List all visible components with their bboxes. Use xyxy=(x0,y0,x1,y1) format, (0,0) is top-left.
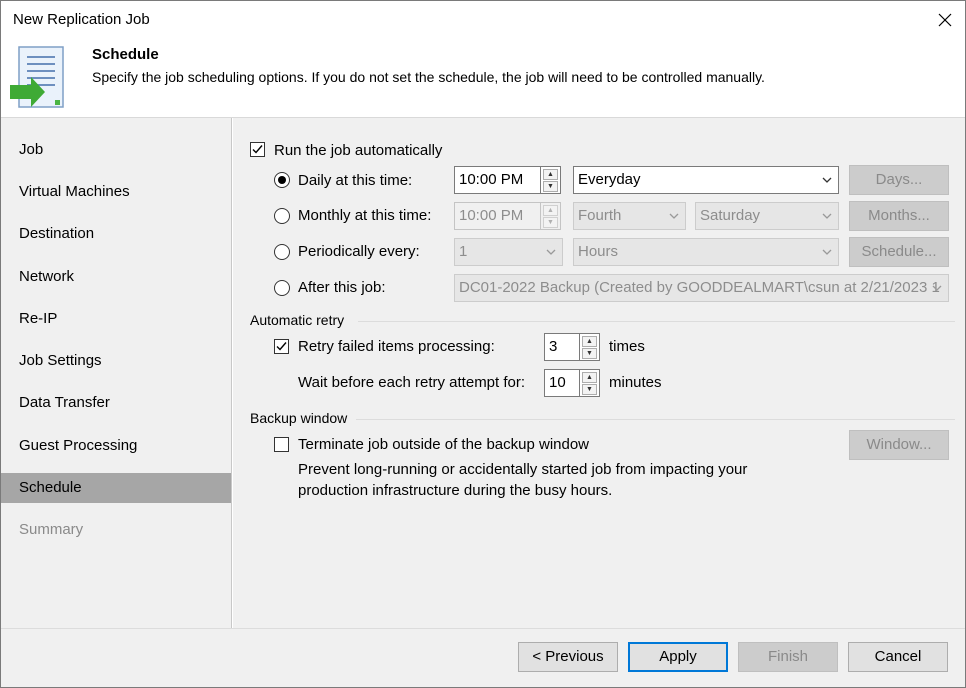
retry-count-spinner[interactable]: ▲ ▼ xyxy=(580,333,600,361)
spin-up-icon[interactable]: ▲ xyxy=(582,336,597,347)
run-automatically-checkbox[interactable] xyxy=(250,142,265,157)
period-value: 1 xyxy=(459,243,468,260)
checkmark-icon xyxy=(252,145,263,154)
monthly-day-select[interactable]: Saturday xyxy=(695,202,839,230)
daily-frequency-value: Everyday xyxy=(578,171,641,188)
monthly-time-input[interactable]: 10:00 PM xyxy=(454,202,541,230)
monthly-time-spinner[interactable]: ▲ ▼ xyxy=(541,202,561,230)
chevron-down-icon xyxy=(822,249,832,255)
terminate-job-label: Terminate job outside of the backup wind… xyxy=(298,436,590,453)
sidebar-item-job[interactable]: Job xyxy=(1,135,231,165)
months-button[interactable]: Months... xyxy=(849,201,949,231)
terminate-job-checkbox[interactable] xyxy=(274,437,289,452)
monthly-day-value: Saturday xyxy=(700,207,761,224)
schedule-document-icon xyxy=(9,45,71,115)
previous-button[interactable]: < Previous xyxy=(518,642,618,672)
sidebar-item-job-settings[interactable]: Job Settings xyxy=(1,346,231,376)
monthly-week-select[interactable]: Fourth xyxy=(573,202,686,230)
retry-group-divider xyxy=(358,321,955,322)
sidebar-item-re-ip[interactable]: Re-IP xyxy=(1,304,231,334)
retry-failed-label: Retry failed items processing: xyxy=(298,338,495,355)
wizard-steps-sidebar: Job Virtual Machines Destination Network… xyxy=(1,118,232,628)
retry-count-input[interactable]: 3 xyxy=(544,333,580,361)
wait-minutes-input[interactable]: 10 xyxy=(544,369,580,397)
spin-down-icon[interactable]: ▼ xyxy=(543,217,558,228)
sidebar-item-virtual-machines[interactable]: Virtual Machines xyxy=(1,177,231,207)
minutes-label: minutes xyxy=(609,374,662,391)
replication-job-window: New Replication Job Schedule Specify the… xyxy=(0,0,966,688)
daily-frequency-select[interactable]: Everyday xyxy=(573,166,839,194)
daily-time-spinner[interactable]: ▲ ▼ xyxy=(541,166,561,194)
sidebar-item-network[interactable]: Network xyxy=(1,262,231,292)
daily-radio[interactable] xyxy=(274,172,290,188)
window-title: New Replication Job xyxy=(13,11,150,28)
wait-retry-label: Wait before each retry attempt for: xyxy=(298,374,526,391)
after-job-label: After this job: xyxy=(298,279,386,296)
chevron-down-icon xyxy=(669,213,679,219)
schedule-panel: Run the job automatically Daily at this … xyxy=(233,118,965,628)
period-value-select[interactable]: 1 xyxy=(454,238,563,266)
monthly-week-value: Fourth xyxy=(578,207,622,224)
retry-failed-checkbox[interactable] xyxy=(274,339,289,354)
days-button[interactable]: Days... xyxy=(849,165,949,195)
automatic-retry-group-label: Automatic retry xyxy=(250,312,345,328)
schedule-button[interactable]: Schedule... xyxy=(849,237,949,267)
monthly-radio[interactable] xyxy=(274,208,290,224)
backup-window-group-label: Backup window xyxy=(250,410,348,426)
periodically-radio[interactable] xyxy=(274,244,290,260)
sidebar-item-summary: Summary xyxy=(19,521,84,538)
chevron-down-icon xyxy=(822,177,832,183)
period-unit-value: Hours xyxy=(578,243,619,260)
wait-minutes-spinner[interactable]: ▲ ▼ xyxy=(580,369,600,397)
spin-up-icon[interactable]: ▲ xyxy=(543,169,558,180)
backup-window-description-line2: production infrastructure during the bus… xyxy=(298,482,613,499)
after-job-radio[interactable] xyxy=(274,280,290,296)
window-button[interactable]: Window... xyxy=(849,430,949,460)
sidebar-item-schedule[interactable]: Schedule xyxy=(1,473,231,503)
spin-down-icon[interactable]: ▼ xyxy=(582,348,597,359)
wizard-footer: < Previous Apply Finish Cancel xyxy=(1,628,965,687)
spin-up-icon[interactable]: ▲ xyxy=(543,205,558,216)
close-button[interactable] xyxy=(927,5,963,35)
period-unit-select[interactable]: Hours xyxy=(573,238,839,266)
cancel-button[interactable]: Cancel xyxy=(848,642,948,672)
daily-label: Daily at this time: xyxy=(298,172,413,189)
run-automatically-label: Run the job automatically xyxy=(274,142,443,159)
after-job-value: DC01-2022 Backup (Created by GOODDEALMAR… xyxy=(459,279,940,296)
page-description: Specify the job scheduling options. If y… xyxy=(92,69,765,85)
backup-window-description-line1: Prevent long-running or accidentally sta… xyxy=(298,461,748,478)
page-title: Schedule xyxy=(92,46,159,63)
checkmark-icon xyxy=(276,342,287,351)
chevron-down-icon xyxy=(822,213,832,219)
sidebar-item-destination[interactable]: Destination xyxy=(1,219,231,249)
sidebar-item-guest-processing[interactable]: Guest Processing xyxy=(1,431,231,461)
chevron-down-icon xyxy=(546,249,556,255)
backup-window-divider xyxy=(356,419,955,420)
spin-down-icon[interactable]: ▼ xyxy=(582,384,597,395)
after-job-select[interactable]: DC01-2022 Backup (Created by GOODDEALMAR… xyxy=(454,274,949,302)
finish-button[interactable]: Finish xyxy=(738,642,838,672)
title-bar: New Replication Job xyxy=(1,1,965,39)
periodically-label: Periodically every: xyxy=(298,243,420,260)
apply-button[interactable]: Apply xyxy=(628,642,728,672)
chevron-down-icon xyxy=(932,285,942,291)
times-label: times xyxy=(609,338,645,355)
spin-up-icon[interactable]: ▲ xyxy=(582,372,597,383)
close-icon xyxy=(938,13,952,27)
wizard-header: Schedule Specify the job scheduling opti… xyxy=(1,39,965,117)
monthly-label: Monthly at this time: xyxy=(298,207,432,224)
daily-time-input[interactable]: 10:00 PM xyxy=(454,166,541,194)
sidebar-item-data-transfer[interactable]: Data Transfer xyxy=(1,388,231,418)
spin-down-icon[interactable]: ▼ xyxy=(543,181,558,192)
